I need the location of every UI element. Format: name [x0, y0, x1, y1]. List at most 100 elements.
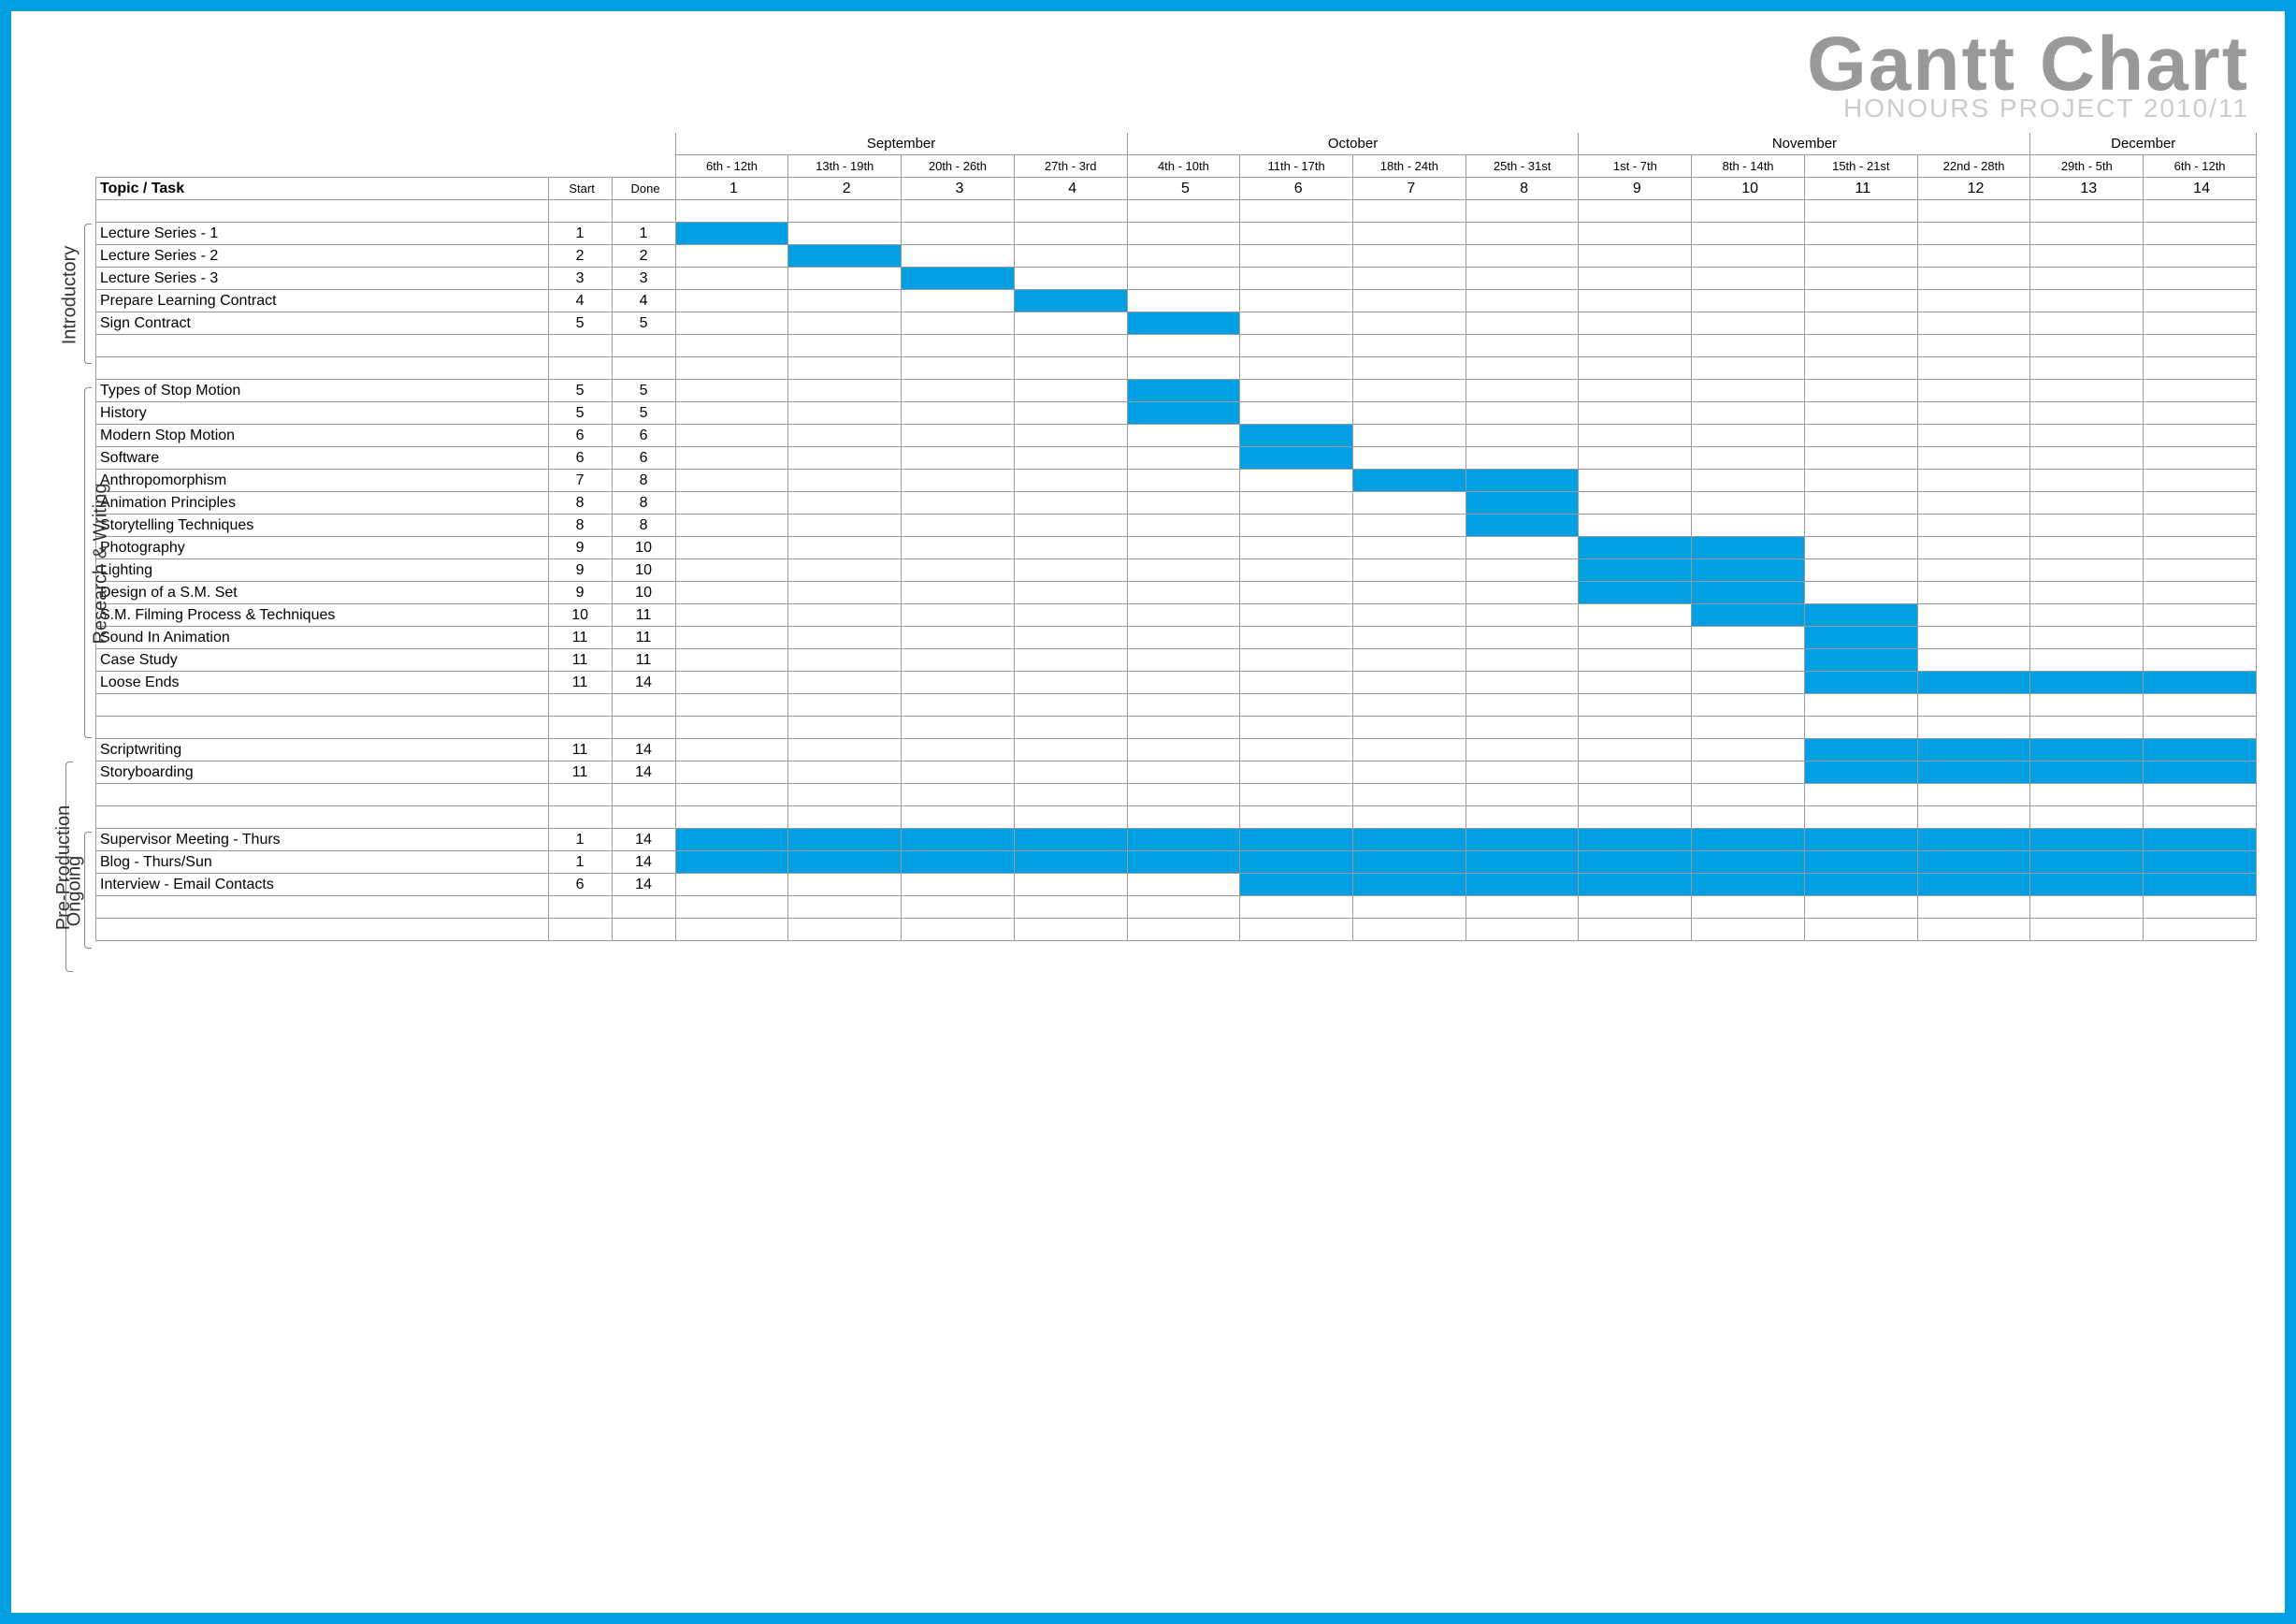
gantt-cell	[1692, 492, 1805, 515]
gantt-cell	[1127, 694, 1240, 717]
gantt-cell	[1127, 784, 1240, 806]
gantt-cell	[1466, 761, 1579, 784]
gantt-cell	[2144, 268, 2257, 290]
task-name	[96, 694, 549, 717]
gantt-cell	[902, 357, 1015, 380]
table-row	[96, 357, 2257, 380]
gantt-cell	[1127, 672, 1240, 694]
gantt-cell	[1240, 492, 1353, 515]
gantt-cell	[2144, 784, 2257, 806]
week-number: 3	[902, 178, 1015, 200]
gantt-cell	[1353, 717, 1466, 739]
gantt-cell	[1240, 851, 1353, 874]
date-header: 29th - 5th	[2030, 155, 2144, 178]
gantt-cell	[1240, 200, 1353, 223]
gantt-cell	[1127, 851, 1240, 874]
gantt-cell	[2144, 739, 2257, 761]
start-week	[548, 784, 612, 806]
gantt-cell	[1127, 470, 1240, 492]
gantt-cell	[1579, 604, 1692, 627]
date-header: 1st - 7th	[1579, 155, 1692, 178]
start-week	[548, 200, 612, 223]
done-week: 6	[612, 425, 675, 447]
gantt-cell	[2144, 492, 2257, 515]
gantt-cell	[1466, 739, 1579, 761]
gantt-cell	[1917, 649, 2030, 672]
gantt-cell	[1353, 559, 1466, 582]
header-start: Start	[548, 178, 612, 200]
done-week	[612, 694, 675, 717]
start-week: 8	[548, 492, 612, 515]
gantt-cell	[1804, 223, 1917, 245]
gantt-cell	[1240, 806, 1353, 829]
gantt-cell	[1804, 829, 1917, 851]
table-row: Photography910	[96, 537, 2257, 559]
gantt-cell	[788, 447, 902, 470]
gantt-cell	[1014, 784, 1127, 806]
month-header: September	[675, 133, 1127, 155]
gantt-cell	[2144, 559, 2257, 582]
table-row: Types of Stop Motion55	[96, 380, 2257, 402]
start-week: 5	[548, 380, 612, 402]
gantt-cell	[1917, 896, 2030, 919]
gantt-cell	[2144, 694, 2257, 717]
gantt-cell	[902, 582, 1015, 604]
gantt-cell	[1127, 627, 1240, 649]
date-header: 18th - 24th	[1353, 155, 1466, 178]
gantt-cell	[1127, 335, 1240, 357]
gantt-cell	[2144, 874, 2257, 896]
done-week	[612, 357, 675, 380]
month-header: November	[1579, 133, 2030, 155]
gantt-cell	[1466, 515, 1579, 537]
gantt-cell	[1917, 717, 2030, 739]
gantt-cell	[1692, 268, 1805, 290]
gantt-cell	[902, 784, 1015, 806]
gantt-cell	[2030, 245, 2144, 268]
task-name	[96, 200, 549, 223]
gantt-cell	[1466, 851, 1579, 874]
gantt-cell	[1804, 515, 1917, 537]
start-week: 9	[548, 582, 612, 604]
gantt-cell	[1692, 447, 1805, 470]
gantt-cell	[1692, 896, 1805, 919]
gantt-cell	[788, 694, 902, 717]
gantt-cell	[902, 402, 1015, 425]
header-task: Topic / Task	[96, 178, 549, 200]
gantt-cell	[1692, 806, 1805, 829]
gantt-cell	[1014, 649, 1127, 672]
gantt-cell	[2030, 425, 2144, 447]
gantt-cell	[788, 896, 902, 919]
gantt-cell	[2030, 447, 2144, 470]
gantt-cell	[2030, 717, 2144, 739]
gantt-cell	[675, 694, 788, 717]
gantt-cell	[1353, 357, 1466, 380]
gantt-cell	[2144, 425, 2257, 447]
gantt-cell	[2144, 896, 2257, 919]
gantt-cell	[902, 200, 1015, 223]
gantt-cell	[1692, 874, 1805, 896]
task-name	[96, 784, 549, 806]
gantt-cell	[1692, 784, 1805, 806]
date-header: 27th - 3rd	[1014, 155, 1127, 178]
gantt-cell	[1014, 694, 1127, 717]
gantt-cell	[1917, 515, 2030, 537]
table-row	[96, 806, 2257, 829]
gantt-cell	[675, 604, 788, 627]
gantt-cell	[1692, 694, 1805, 717]
gantt-cell	[1692, 470, 1805, 492]
gantt-cell	[2030, 223, 2144, 245]
gantt-cell	[1127, 245, 1240, 268]
gantt-cell	[1240, 582, 1353, 604]
gantt-cell	[788, 739, 902, 761]
table-row: History55	[96, 402, 2257, 425]
done-week: 11	[612, 604, 675, 627]
gantt-cell	[1014, 357, 1127, 380]
gantt-cell	[2030, 896, 2144, 919]
done-week: 8	[612, 492, 675, 515]
gantt-cell	[1804, 784, 1917, 806]
gantt-cell	[1127, 447, 1240, 470]
gantt-cell	[1240, 559, 1353, 582]
start-week	[548, 717, 612, 739]
gantt-cell	[1240, 919, 1353, 941]
gantt-cell	[2030, 851, 2144, 874]
